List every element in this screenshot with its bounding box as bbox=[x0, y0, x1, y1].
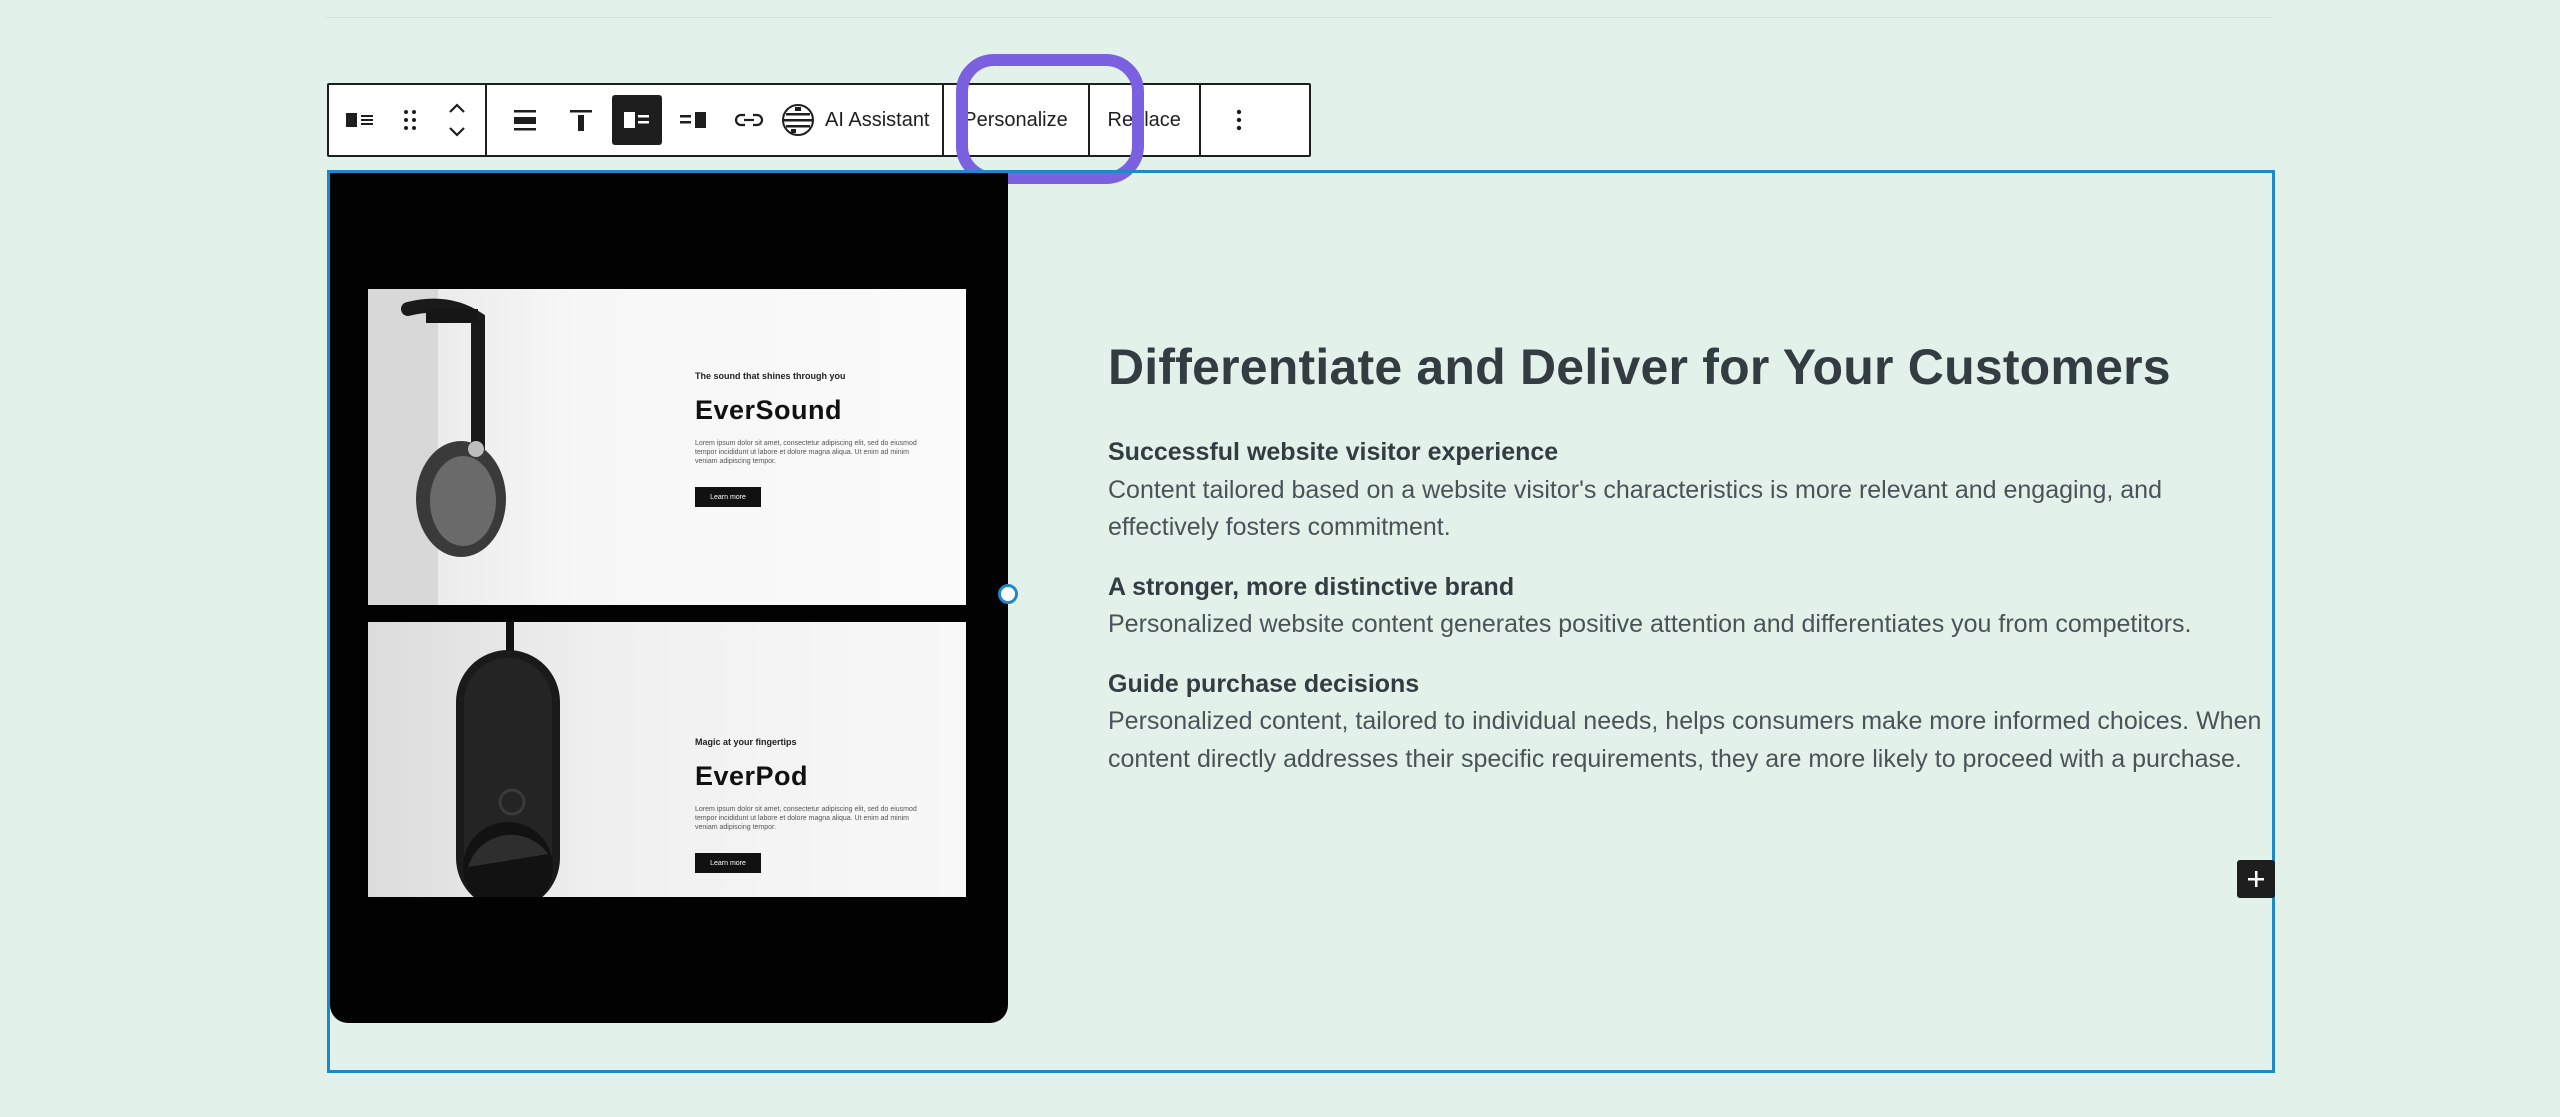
alignment-group: AI Assistant bbox=[487, 85, 942, 155]
section-heading[interactable]: Differentiate and Deliver for Your Custo… bbox=[1108, 338, 2268, 396]
benefit-title[interactable]: Guide purchase decisions bbox=[1108, 666, 2268, 704]
benefit-item: Guide purchase decisions Personalized co… bbox=[1108, 666, 2268, 779]
ai-assistant-button[interactable]: AI Assistant bbox=[777, 85, 942, 155]
slide-body: Lorem ipsum dolor sit amet, consectetur … bbox=[695, 806, 917, 831]
block-toolbar: AI Assistant Personalize Replace bbox=[327, 83, 1311, 157]
add-block-button[interactable] bbox=[2237, 860, 2275, 898]
content-column: Differentiate and Deliver for Your Custo… bbox=[1108, 338, 2268, 800]
align-wide-icon[interactable] bbox=[497, 85, 553, 155]
vertical-align-top-icon[interactable] bbox=[553, 85, 609, 155]
block-controls-group bbox=[329, 85, 485, 155]
benefit-title[interactable]: A stronger, more distinctive brand bbox=[1108, 569, 2268, 607]
slide-tagline: Magic at your fingertips bbox=[695, 737, 797, 747]
benefit-text[interactable]: Personalized website content generates p… bbox=[1108, 606, 2268, 644]
media-text-block-icon[interactable] bbox=[329, 85, 391, 155]
product-slide-everpod: Magic at your fingertips EverPod Lorem i… bbox=[368, 622, 966, 897]
benefit-text[interactable]: Content tailored based on a website visi… bbox=[1108, 472, 2268, 547]
product-slide-eversound: The sound that shines through you EverSo… bbox=[368, 289, 966, 605]
plus-icon bbox=[2248, 871, 2264, 887]
benefit-item: A stronger, more distinctive brand Perso… bbox=[1108, 569, 2268, 644]
media-right-icon[interactable] bbox=[665, 85, 721, 155]
speaker-image bbox=[456, 622, 560, 897]
media-resize-handle[interactable] bbox=[998, 584, 1018, 604]
slide-title: EverSound bbox=[695, 395, 843, 425]
slide-title: EverPod bbox=[695, 761, 809, 791]
link-icon[interactable] bbox=[721, 85, 777, 155]
slide-body: Lorem ipsum dolor sit amet, consectetur … bbox=[695, 440, 917, 465]
replace-button[interactable]: Replace bbox=[1090, 85, 1199, 155]
slide-tagline: The sound that shines through you bbox=[695, 371, 846, 381]
drag-handle-icon[interactable] bbox=[391, 85, 429, 155]
media-left-icon[interactable] bbox=[609, 85, 665, 155]
top-divider bbox=[326, 17, 2272, 18]
ai-assistant-icon bbox=[782, 104, 814, 136]
move-up-down-icon[interactable] bbox=[429, 85, 485, 155]
headphones-image bbox=[368, 289, 506, 605]
personalize-button[interactable]: Personalize bbox=[944, 85, 1088, 155]
media-image[interactable]: The sound that shines through you EverSo… bbox=[330, 173, 1008, 1023]
slide-learn-more-button: Learn more bbox=[695, 487, 761, 507]
benefit-title[interactable]: Successful website visitor experience bbox=[1108, 434, 2268, 472]
ai-assistant-label: AI Assistant bbox=[825, 108, 930, 131]
more-options-icon[interactable] bbox=[1201, 85, 1277, 155]
slide-learn-more-button: Learn more bbox=[695, 853, 761, 873]
benefit-item: Successful website visitor experience Co… bbox=[1108, 434, 2268, 547]
benefit-text[interactable]: Personalized content, tailored to indivi… bbox=[1108, 703, 2268, 778]
